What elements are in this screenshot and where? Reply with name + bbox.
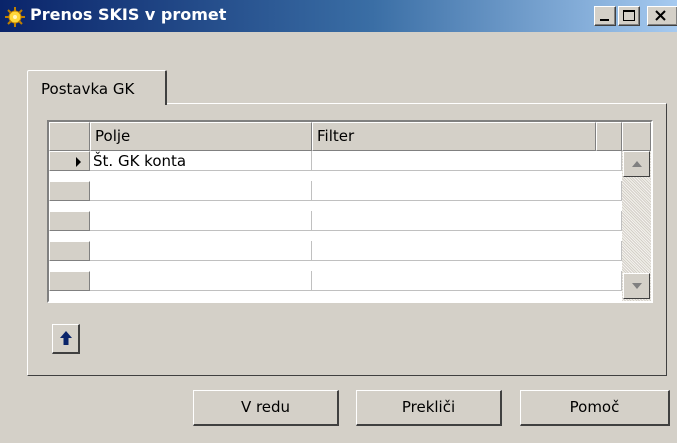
column-header-filter[interactable]: Filter [312,122,596,151]
table-cell-filter[interactable] [312,241,622,261]
move-up-button[interactable] [52,324,80,354]
scrollbar-header [622,122,651,151]
maximize-icon [623,10,635,21]
vertical-scrollbar[interactable] [622,151,651,301]
minimize-button[interactable] [594,6,616,26]
column-header-blank [596,122,622,151]
arrow-up-icon [60,331,72,345]
table-cell-polje[interactable] [90,241,312,261]
window-title: Prenos SKIS v promet [30,5,227,24]
table-cell-polje[interactable] [90,271,312,291]
row-selector-header [49,122,90,151]
row-selector[interactable] [49,151,90,171]
minimize-icon [600,19,609,21]
table-cell-polje[interactable]: Št. GK konta [90,151,312,171]
close-icon [655,10,666,21]
row-selector[interactable] [49,271,90,291]
table-cell-filter[interactable] [312,181,622,201]
table-cell-filter[interactable] [312,211,622,231]
scroll-up-button[interactable] [623,151,650,177]
row-selector[interactable] [49,241,90,261]
scroll-up-icon [632,161,642,167]
current-row-icon [76,157,81,167]
column-header-label: Polje [95,127,131,145]
table-cell-polje[interactable] [90,181,312,201]
ok-button[interactable]: V redu [193,390,339,426]
row-selector[interactable] [49,181,90,201]
table-cell-filter[interactable] [312,151,622,171]
tab-postavka-gk[interactable]: Postavka GK [27,70,167,105]
column-header-polje[interactable]: Polje [90,122,312,151]
scroll-down-button[interactable] [623,273,650,299]
close-button[interactable] [647,6,677,26]
filter-grid[interactable]: Polje Filter Št. GK konta [47,120,653,303]
title-bar[interactable]: Prenos SKIS v promet [0,0,677,32]
maximize-button[interactable] [618,6,640,26]
column-header-label: Filter [317,127,355,145]
tab-label: Postavka GK [41,80,135,98]
sun-gear-icon [5,7,25,27]
cancel-button[interactable]: Prekliči [356,390,502,426]
table-cell-polje[interactable] [90,211,312,231]
help-button[interactable]: Pomoč [520,390,670,426]
table-cell-filter[interactable] [312,271,622,291]
scroll-down-icon [632,283,642,289]
row-selector[interactable] [49,211,90,231]
